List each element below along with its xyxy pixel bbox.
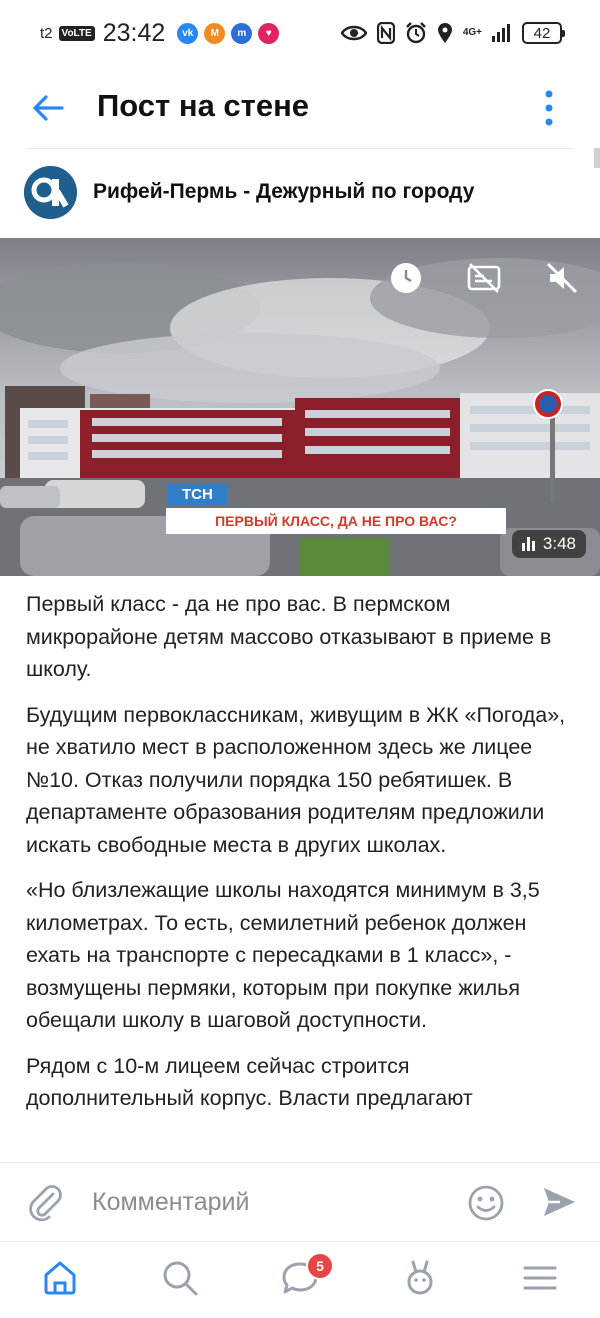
subtitles-off-icon[interactable] [466, 260, 502, 296]
heart-app-icon: ♥ [258, 22, 280, 44]
post-author[interactable]: Рифей-Пермь - Дежурный по городу [24, 162, 474, 222]
mail-icon: M [204, 22, 226, 44]
network-type: 4G+ [462, 27, 482, 38]
signal-icon [492, 24, 510, 42]
chat-app-icon: m [231, 22, 253, 44]
page-title: Пост на стене [97, 88, 310, 123]
messages-badge: 5 [306, 1252, 334, 1280]
clock: 23:42 [102, 18, 166, 47]
messages-nav[interactable]: 5 [280, 1252, 334, 1298]
comment-bar [0, 1163, 600, 1241]
clips-bunny-icon[interactable] [400, 1258, 440, 1298]
group-logo-icon [24, 165, 77, 219]
post-text: Первый класс - да не про вас. В пермском… [26, 588, 578, 1162]
send-icon[interactable] [540, 1183, 578, 1221]
paperclip-icon[interactable] [26, 1183, 64, 1221]
volte-badge: VoLTE [58, 25, 95, 41]
back-arrow-icon[interactable] [30, 90, 66, 126]
video-player[interactable]: TCH ПЕРВЫЙ КЛАСС, ДА НЕ ПРО ВАС? 3:48 [0, 238, 600, 576]
group-name[interactable]: Рифей-Пермь - Дежурный по городу [93, 180, 474, 204]
menu-icon[interactable] [520, 1258, 560, 1298]
carrier-label: t2 [40, 24, 53, 42]
header-divider [26, 148, 574, 149]
emoji-icon[interactable] [466, 1183, 506, 1223]
duration-label: 3:48 [542, 534, 576, 553]
alarm-icon [405, 22, 426, 44]
post-paragraph: Первый класс - да не про вас. В пермском… [26, 592, 552, 681]
mute-icon[interactable] [544, 260, 580, 296]
post-paragraph: «Но близлежащие школы находятся минимум … [26, 878, 540, 1032]
scrollbar[interactable] [594, 148, 600, 168]
more-vertical-icon[interactable] [536, 88, 562, 128]
video-duration: 3:48 [511, 530, 586, 558]
bottom-nav: 5 [0, 1242, 600, 1318]
eye-icon [340, 25, 367, 41]
home-icon[interactable] [40, 1258, 80, 1298]
battery-indicator: 42 [522, 22, 565, 44]
avatar[interactable] [24, 165, 77, 219]
watch-later-icon[interactable] [388, 260, 424, 296]
post-paragraph: Рядом с 10-м лицеем сейчас строится допо… [26, 1053, 473, 1111]
location-icon [437, 23, 452, 43]
vk-icon: vk [177, 22, 199, 44]
post-paragraph: Будущим первоклассникам, живущим в ЖК «П… [26, 702, 566, 857]
channel-badge: TCH [168, 484, 227, 505]
nfc-icon [376, 22, 395, 44]
app-header: Пост на стене [0, 70, 600, 146]
search-icon[interactable] [160, 1258, 200, 1298]
status-bar: t2 VoLTE 23:42 vk M m ♥ 4G+ 42 [0, 0, 600, 66]
equalizer-icon [521, 537, 535, 551]
comment-input[interactable] [92, 1185, 442, 1219]
video-headline: ПЕРВЫЙ КЛАСС, ДА НЕ ПРО ВАС? [166, 508, 506, 534]
